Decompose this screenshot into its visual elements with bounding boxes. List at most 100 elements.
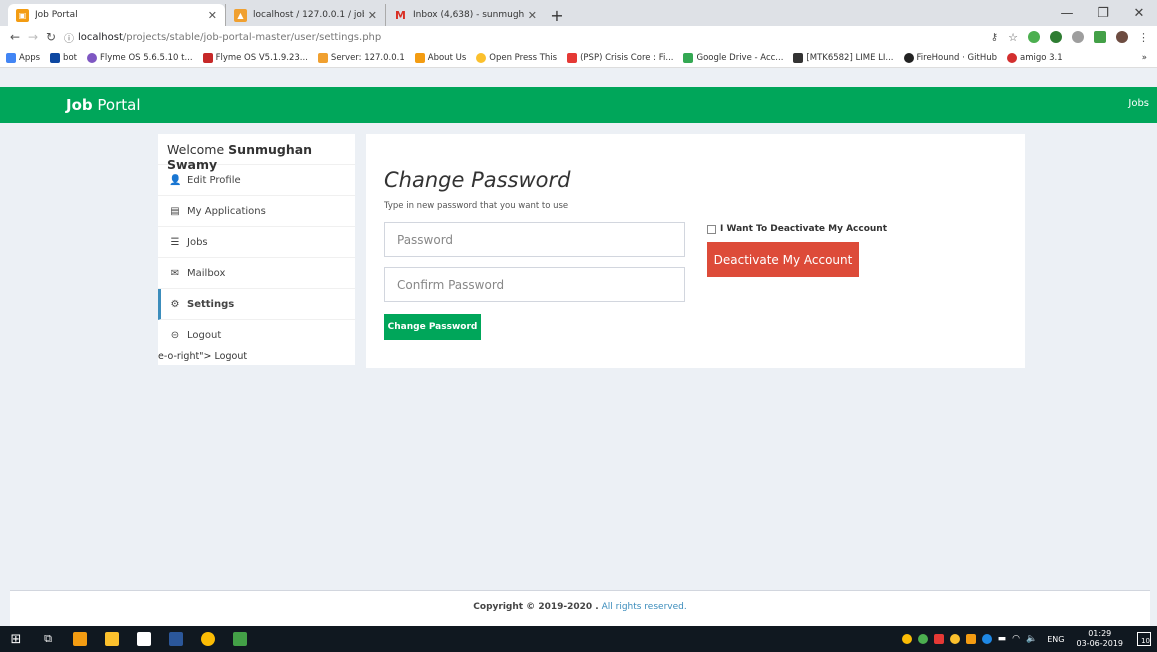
app-icon[interactable] (224, 626, 256, 652)
brand-logo[interactable]: Job Portal (66, 96, 141, 114)
bookmark-item[interactable]: Open Press This (476, 52, 557, 63)
extension-icon[interactable] (1050, 31, 1062, 43)
sidebar-item-mailbox[interactable]: ✉ Mailbox (158, 258, 355, 289)
bookmark-favicon-icon (317, 52, 328, 63)
tab-title: Inbox (4,638) - sunmughan@gm (413, 10, 524, 20)
browser-tab-gmail[interactable]: M Inbox (4,638) - sunmughan@gm ✕ (385, 4, 545, 26)
deactivate-checkbox[interactable] (707, 224, 716, 234)
key-icon[interactable]: ⚷ (991, 32, 998, 43)
back-arrow-icon[interactable]: ← (6, 30, 24, 44)
system-tray: ▬ ◠ 🔈 ENG 01:29 03-06-2019 10 (901, 626, 1157, 652)
welcome-header: Welcome Sunmughan Swamy (158, 134, 355, 172)
language-indicator[interactable]: ENG (1047, 635, 1064, 644)
bluetooth-icon[interactable] (981, 634, 992, 644)
change-password-button[interactable]: Change Password (384, 314, 481, 340)
rights-link[interactable]: All rights reserved. (602, 602, 687, 612)
maximize-icon[interactable]: ❐ (1085, 0, 1121, 26)
apps-grid-icon (6, 52, 16, 63)
sidebar-item-logout[interactable]: ⊝ Logout (158, 320, 355, 351)
forward-arrow-icon[interactable]: → (24, 30, 42, 44)
sidebar-item-my-applications[interactable]: ▤ My Applications (158, 196, 355, 227)
bookmarks-bar: Apps bot Flyme OS 5.6.5.10 t... Flyme OS… (0, 48, 1157, 68)
minimize-icon[interactable]: — (1049, 0, 1085, 26)
tray-xampp-icon[interactable] (965, 634, 976, 644)
confirm-password-input[interactable] (384, 267, 685, 302)
close-tab-icon[interactable]: ✕ (368, 9, 377, 22)
file-explorer-icon[interactable] (96, 626, 128, 652)
bookmark-item[interactable]: About Us (414, 52, 466, 63)
page-title: Change Password (384, 168, 571, 192)
page-subtitle: Type in new password that you want to us… (384, 201, 569, 211)
gmail-favicon-icon: M (395, 8, 406, 22)
notification-center-icon[interactable]: 10 (1137, 632, 1151, 646)
checkmark-extension-icon[interactable] (1094, 31, 1106, 43)
reload-icon[interactable]: ↻ (42, 30, 60, 44)
sidebar-item-jobs[interactable]: ☰ Jobs (158, 227, 355, 258)
windows-taskbar: ⊞ ⧉ ▬ ◠ 🔈 ENG 01:29 03-06-2019 10 (0, 626, 1157, 652)
tray-chrome-icon[interactable] (901, 634, 912, 644)
bookmark-item[interactable]: Flyme OS 5.6.5.10 t... (86, 52, 193, 63)
windows-start-icon[interactable]: ⊞ (0, 626, 32, 652)
close-window-icon[interactable]: ✕ (1121, 0, 1157, 26)
extension-icons: ⚷ ☆ ⋮ (991, 26, 1149, 48)
url-path: /projects/stable/job-portal-master/user/… (122, 31, 382, 43)
tray-app-icon[interactable] (949, 634, 960, 644)
menu-kebab-icon[interactable]: ⋮ (1138, 31, 1149, 44)
browser-toolbar: ← → ↻ ⓘ localhost/projects/stable/job-po… (0, 26, 1157, 48)
copyright-text: Copyright © 2019-2020 . (473, 602, 599, 612)
bookmark-item[interactable]: FireHound · GitHub (903, 52, 997, 63)
bookmark-item[interactable]: (PSP) Crisis Core : Fi... (567, 52, 673, 63)
nav-link-jobs[interactable]: Jobs (1128, 98, 1149, 109)
deactivate-account-button[interactable]: Deactivate My Account (707, 242, 859, 277)
battery-icon[interactable]: ▬ (998, 634, 1007, 644)
browser-tab-job-portal[interactable]: ▣ Job Portal ✕ (8, 4, 225, 26)
tray-app-icon[interactable] (917, 634, 928, 644)
browser-tab-phpmyadmin[interactable]: ▲ localhost / 127.0.0.1 / jobportal / ✕ (225, 4, 385, 26)
info-icon[interactable]: ⓘ (64, 30, 74, 45)
app-navbar: Job Portal Jobs (0, 87, 1157, 123)
chrome-icon[interactable] (192, 626, 224, 652)
sidebar-item-settings[interactable]: ⚙ Settings (158, 289, 355, 320)
task-view-icon[interactable]: ⧉ (32, 626, 64, 652)
bookmarks-overflow[interactable]: » (1142, 53, 1147, 63)
password-input[interactable] (384, 222, 685, 257)
star-icon[interactable]: ☆ (1008, 31, 1018, 44)
tab-title: localhost / 127.0.0.1 / jobportal / (253, 10, 364, 20)
xampp-icon[interactable] (64, 626, 96, 652)
page-footer: Copyright © 2019-2020 . All rights reser… (10, 590, 1150, 626)
id-card-icon: ▤ (170, 205, 180, 217)
list-icon: ☰ (170, 236, 180, 248)
volume-icon[interactable]: 🔈 (1026, 634, 1037, 644)
bookmark-item[interactable]: Flyme OS V5.1.9.23... (202, 52, 308, 63)
bookmark-favicon-icon (414, 52, 425, 63)
change-password-panel: Change Password Type in new password tha… (366, 134, 1025, 368)
bookmark-item[interactable]: Google Drive - Acc... (683, 52, 783, 63)
envelope-icon: ✉ (170, 267, 180, 279)
deactivate-checkbox-label[interactable]: I Want To Deactivate My Account (707, 224, 887, 234)
gear-icon: ⚙ (170, 298, 180, 310)
address-bar[interactable]: ⓘ localhost/projects/stable/job-portal-m… (64, 30, 381, 45)
store-icon[interactable] (128, 626, 160, 652)
phpmyadmin-favicon-icon: ▲ (234, 8, 247, 22)
bookmark-item[interactable]: amigo 3.1 (1007, 52, 1063, 63)
taskbar-clock[interactable]: 01:29 03-06-2019 (1077, 629, 1124, 649)
tab-title: Job Portal (35, 10, 78, 20)
wifi-icon[interactable]: ◠ (1012, 634, 1020, 644)
github-icon (903, 52, 914, 63)
bookmark-item[interactable]: Server: 127.0.0.1 (317, 52, 405, 63)
word-icon[interactable] (160, 626, 192, 652)
xampp-favicon-icon: ▣ (16, 8, 29, 22)
profile-avatar[interactable] (1116, 31, 1128, 43)
bookmark-favicon-icon (476, 52, 487, 63)
bookmark-favicon-icon (1007, 52, 1017, 63)
close-tab-icon[interactable]: ✕ (208, 9, 217, 22)
new-tab-button[interactable]: + (545, 4, 569, 26)
close-tab-icon[interactable]: ✕ (528, 9, 537, 22)
bookmark-item[interactable]: bot (50, 52, 77, 63)
extension-icon[interactable] (1028, 31, 1040, 43)
sidebar: Welcome Sunmughan Swamy 👤 Edit Profile ▤… (158, 134, 355, 365)
tray-app-icon[interactable] (933, 634, 944, 644)
bookmark-item[interactable]: Apps (6, 52, 40, 63)
extension-icon[interactable] (1072, 31, 1084, 43)
bookmark-item[interactable]: [MTK6582] LIME LI... (793, 52, 894, 63)
